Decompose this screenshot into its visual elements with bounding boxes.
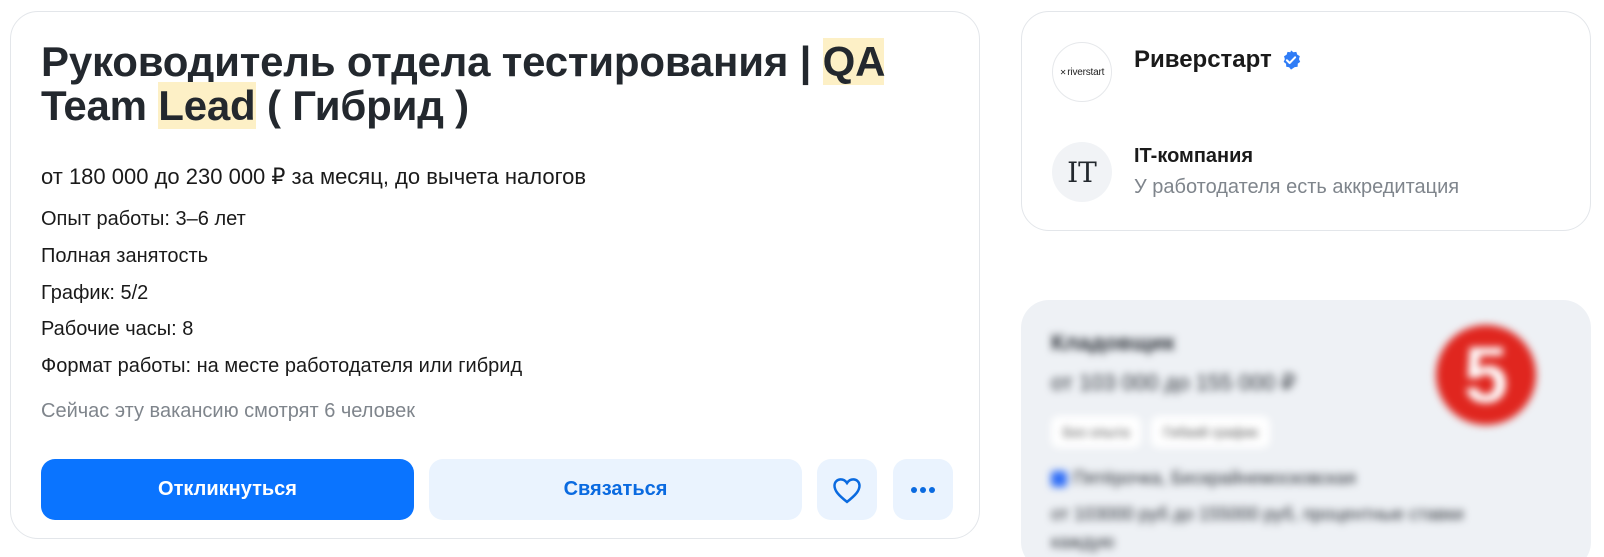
more-button[interactable]: [893, 459, 953, 520]
ad-employer: Пятёрочка, Бескрайнемосковская: [1051, 468, 1356, 489]
ad-title: Кладовщик: [1051, 330, 1175, 355]
ad-brand-logo: 5: [1436, 325, 1536, 425]
experience: Опыт работы: 3–6 лет: [41, 208, 246, 230]
apply-button[interactable]: Откликнуться: [41, 459, 414, 520]
viewers-count: Сейчас эту вакансию смотрят 6 человек: [41, 400, 416, 422]
ad-card[interactable]: Кладовщик от 103 000 до 155 000 ₽ Без оп…: [1021, 300, 1591, 557]
company-card: ✕ riverstart Риверстарт IT IT-компания У …: [1021, 11, 1591, 231]
title-text: Руководитель отдела тестирования |: [41, 38, 823, 85]
working-hours: Рабочие часы: 8: [41, 318, 194, 340]
title-highlight-qa: QA: [822, 38, 884, 85]
schedule: График: 5/2: [41, 282, 149, 304]
ad-description-more: каждую: [1051, 532, 1115, 552]
verified-check-icon: [1283, 50, 1300, 70]
ad-tag: Без опыта: [1051, 416, 1142, 448]
ad-tags: Без опыта Гибкий график: [1051, 416, 1270, 448]
accreditation-note: У работодателя есть аккредитация: [1134, 176, 1460, 198]
company-name[interactable]: Риверстарт: [1134, 46, 1302, 74]
ad-salary: от 103 000 до 155 000 ₽: [1051, 370, 1296, 395]
ad-tag: Гибкий график: [1151, 416, 1270, 448]
vacancy-title: Руководитель отдела тестирования | QA Te…: [41, 38, 921, 129]
ad-location-icon: [1051, 471, 1067, 488]
it-company-badge: IT: [1052, 142, 1112, 202]
favorite-button[interactable]: [817, 459, 877, 520]
company-logo[interactable]: ✕ riverstart: [1052, 42, 1112, 102]
work-format: Формат работы: на месте работодателя или…: [41, 355, 523, 377]
salary: от 180 000 до 230 000 ₽ за месяц, до выч…: [41, 164, 587, 189]
vacancy-card: Руководитель отдела тестирования | QA Te…: [10, 11, 980, 539]
title-text: ( Гибрид ): [255, 82, 469, 129]
more-dots-icon: [911, 486, 935, 493]
title-text: Team: [41, 82, 159, 129]
heart-icon: [833, 477, 861, 503]
ad-employer-text: Пятёрочка, Бескрайнемосковская: [1073, 468, 1356, 488]
logo-text: riverstart: [1067, 66, 1105, 78]
company-name-text: Риверстарт: [1134, 46, 1272, 73]
company-type: IT-компания: [1134, 145, 1254, 167]
employment-type: Полная занятость: [41, 245, 209, 267]
ad-description: от 103000 руб до 155000 руб, процентные …: [1051, 504, 1464, 524]
title-highlight-lead: Lead: [158, 82, 256, 129]
logo-mark-icon: ✕: [1059, 67, 1067, 77]
contact-button[interactable]: Связаться: [429, 459, 802, 520]
